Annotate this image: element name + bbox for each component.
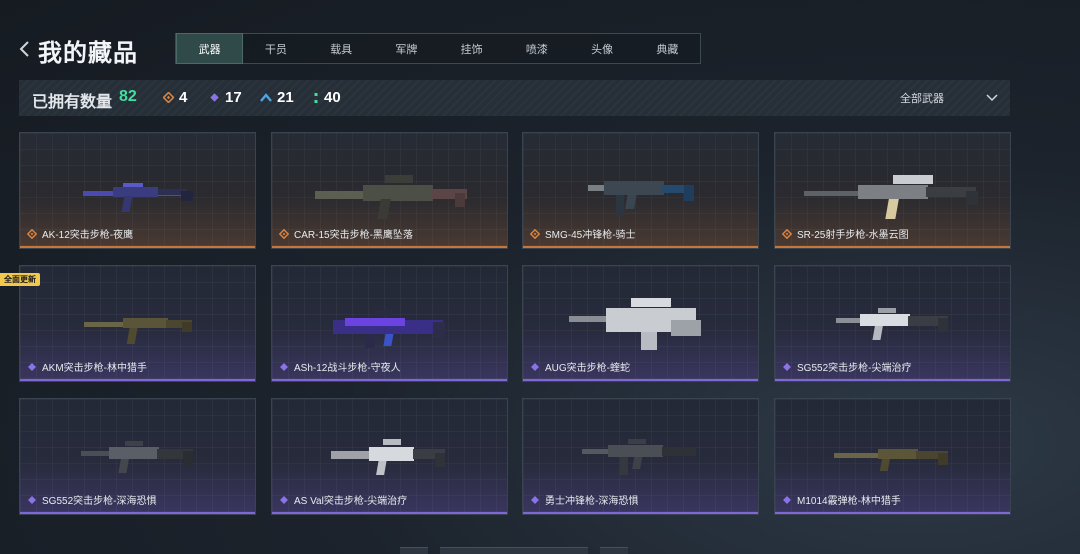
owned-count-value: 82 (119, 88, 137, 105)
purple-diamond-icon (531, 362, 539, 371)
weapon-card-name: 勇士冲锋枪-深海恐惧 (545, 496, 639, 507)
filter-label: 全部武器 (900, 93, 944, 105)
page-title: 我的藏品 (38, 40, 138, 67)
weapon-image (561, 280, 721, 360)
rarity-count-orange: 4 (179, 89, 188, 106)
back-button[interactable] (18, 38, 32, 60)
category-tabs: 武器 干员 载具 军牌 挂饰 喷漆 头像 典藏 (175, 33, 701, 64)
weapon-card-asval[interactable]: AS Val突击步枪-尖端治疗 (271, 398, 508, 515)
weapon-card-sr25[interactable]: SR-25射手步枪-水墨云图 (774, 132, 1011, 249)
rarity-count-blue: 21 (277, 89, 294, 106)
weapon-card-name: AK-12突击步枪-夜鹰 (42, 230, 134, 241)
weapon-image (828, 413, 958, 493)
rarity-stat-green: 40 (313, 89, 341, 106)
tab-weapons[interactable]: 武器 (176, 33, 244, 64)
weapon-image (576, 413, 706, 493)
purple-diamond-icon (28, 495, 36, 504)
tab-charms[interactable]: 挂饰 (439, 34, 504, 63)
weapon-card-name: SG552突击步枪-深海恐惧 (42, 496, 157, 507)
weapon-card-ak12[interactable]: AK-12突击步枪-夜鹰 (19, 132, 256, 249)
weapon-card-name: M1014霰弹枪-林中猎手 (797, 496, 901, 507)
rarity-count-purple: 17 (225, 89, 242, 106)
weapon-card-m1014[interactable]: M1014霰弹枪-林中猎手 (774, 398, 1011, 515)
page-indicator (440, 547, 588, 554)
purple-diamond-icon (280, 495, 288, 504)
green-dots-icon (314, 92, 318, 103)
weapon-image (325, 280, 455, 360)
weapon-image (828, 280, 958, 360)
weapon-image (798, 147, 988, 227)
next-page-button[interactable] (600, 547, 628, 554)
orange-diamond-icon (279, 228, 289, 239)
pagination-bar (400, 547, 628, 554)
owned-count-label: 已拥有数量 (32, 94, 113, 111)
weapon-image (73, 413, 203, 493)
tab-operators[interactable]: 干员 (243, 34, 308, 63)
weapon-card-smg45[interactable]: SMG-45冲锋枪-骑士 (522, 132, 759, 249)
weapon-card-akm[interactable]: AKM突击步枪-林中猎手 (19, 265, 256, 382)
chevron-left-icon (19, 41, 29, 57)
orange-diamond-icon (782, 228, 792, 239)
full-update-badge: 全面更新 (0, 273, 40, 286)
weapon-card-name: SG552突击步枪-尖端治疗 (797, 363, 912, 374)
weapon-skin-grid: AK-12突击步枪-夜鹰 CAR-15突击步枪-黑鹰坠落 SMG-45冲锋枪-骑… (19, 132, 1011, 516)
tab-vehicles[interactable]: 载具 (309, 34, 374, 63)
purple-diamond-icon (28, 362, 36, 371)
weapon-card-car15[interactable]: CAR-15突击步枪-黑鹰坠落 (271, 132, 508, 249)
tab-dogtags[interactable]: 军牌 (374, 34, 439, 63)
purple-diamond-icon (280, 362, 288, 371)
weapon-card-name: AKM突击步枪-林中猎手 (42, 363, 147, 374)
rarity-stat-blue: 21 (260, 89, 294, 106)
prev-page-button[interactable] (400, 547, 428, 554)
orange-diamond-icon (163, 92, 174, 103)
blue-chevron-icon (260, 93, 272, 102)
weapon-card-ash12[interactable]: ASh-12战斗步枪-守夜人 (271, 265, 508, 382)
weapon-image (305, 147, 475, 227)
weapon-card-aug[interactable]: AUG突击步枪-蝰蛇 (522, 265, 759, 382)
weapon-image (73, 147, 203, 227)
purple-diamond-icon (783, 362, 791, 371)
weapon-image (325, 413, 455, 493)
weapon-card-name: ASh-12战斗步枪-守夜人 (294, 363, 401, 374)
weapon-image (576, 147, 706, 227)
weapon-card-name: SR-25射手步枪-水墨云图 (797, 230, 909, 241)
weapon-card-brave-smg[interactable]: 勇士冲锋枪-深海恐惧 (522, 398, 759, 515)
purple-diamond-icon (531, 495, 539, 504)
purple-diamond-icon (783, 495, 791, 504)
ownership-stats-bar: 已拥有数量 82 4 17 21 40 全部武器 (19, 80, 1010, 116)
rarity-stat-orange: 4 (163, 89, 187, 106)
chevron-down-icon (986, 94, 998, 102)
tab-collection[interactable]: 典藏 (635, 34, 700, 63)
weapon-image (78, 280, 198, 360)
orange-diamond-icon (530, 228, 540, 239)
weapon-card-sg552-healing[interactable]: SG552突击步枪-尖端治疗 (774, 265, 1011, 382)
rarity-count-green: 40 (324, 89, 341, 106)
orange-diamond-icon (27, 228, 37, 239)
weapon-card-name: AUG突击步枪-蝰蛇 (545, 363, 630, 374)
weapon-card-name: SMG-45冲锋枪-骑士 (545, 230, 636, 241)
weapon-card-sg552-abyss[interactable]: SG552突击步枪-深海恐惧 (19, 398, 256, 515)
tab-sprays[interactable]: 喷漆 (504, 34, 569, 63)
rarity-stat-purple: 17 (209, 89, 242, 106)
tab-avatars[interactable]: 头像 (570, 34, 635, 63)
weapon-filter-dropdown[interactable]: 全部武器 (900, 84, 998, 112)
weapon-card-name: CAR-15突击步枪-黑鹰坠落 (294, 230, 413, 241)
purple-diamond-icon (210, 93, 219, 102)
weapon-card-name: AS Val突击步枪-尖端治疗 (294, 496, 408, 507)
